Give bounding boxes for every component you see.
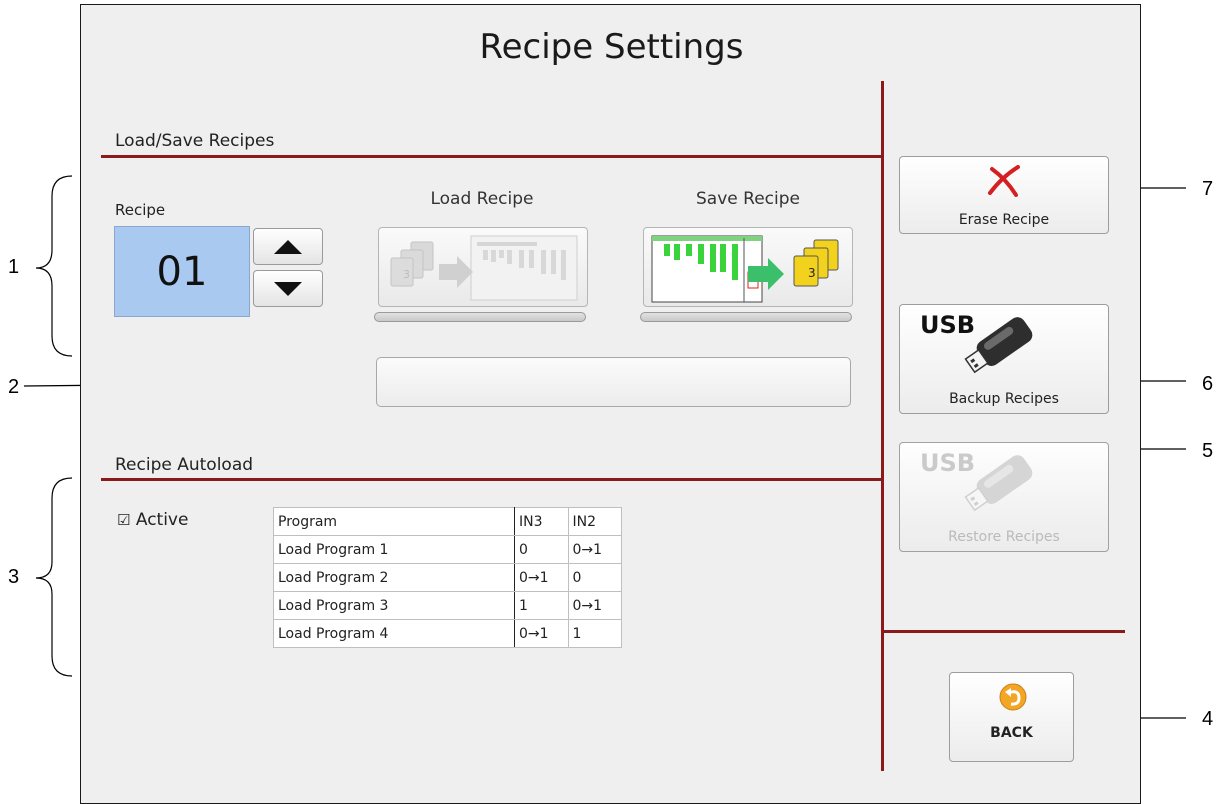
in3-cell: 0→1 [514,563,569,592]
table-row: Load Program 3 1 0→1 [273,591,622,620]
recipe-number-field[interactable]: 01 [114,226,250,317]
autoload-section-title: Recipe Autoload [115,455,254,475]
recipe-up-button[interactable] [253,228,323,265]
usb-drive-icon [964,317,1033,374]
backup-recipes-label: Backup Recipes [949,391,1059,407]
program-cell: Load Program 1 [273,535,515,564]
screen-panel: Recipe Settings Load/Save Recipes Recipe… [80,4,1141,804]
load-progress-bar [374,312,586,322]
erase-recipe-button[interactable]: Erase Recipe [899,156,1109,234]
brace-1 [35,175,73,357]
back-section-divider [882,630,1125,633]
recipe-down-button[interactable] [253,270,323,307]
load-save-section-rule [101,155,881,158]
restore-recipes-button[interactable]: USB Restore Recipes [899,442,1109,552]
save-recipe-label: Save Recipe [696,189,800,209]
in2-cell: 0→1 [567,591,622,620]
in3-cell: 0→1 [514,619,569,648]
brace-3 [35,477,73,677]
erase-recipe-label: Erase Recipe [958,212,1050,228]
save-recipe-button[interactable]: 3 [643,227,853,307]
save-progress-bar [640,312,852,322]
load-recipe-icon: 3 [390,235,578,301]
in3-cell: 0 [514,535,569,564]
backup-recipes-button[interactable]: USB Backup Recipes [899,304,1109,414]
autoload-program-table: Program IN3 IN2 Load Program 1 0 0→1 Loa… [273,507,622,648]
header-in2: IN2 [567,507,622,536]
status-message-bar [376,357,851,407]
checkbox-checked-icon: ☑ [117,511,131,529]
in3-cell: 1 [514,591,569,620]
back-label: BACK [990,725,1033,741]
arrow-up-icon [274,239,302,254]
back-arrow-icon [999,683,1027,711]
program-cell: Load Program 3 [273,591,515,620]
in2-cell: 1 [567,619,622,648]
table-row: Load Program 1 0 0→1 [273,535,622,564]
red-x-icon [988,165,1020,197]
svg-text:3: 3 [403,268,410,281]
header-in3: IN3 [514,507,569,536]
program-cell: Load Program 2 [273,563,515,592]
load-recipe-button[interactable]: 3 [378,227,588,307]
autoload-section-rule [101,478,881,481]
arrow-down-icon [274,281,302,296]
load-recipe-label: Load Recipe [430,189,534,209]
save-recipe-icon: 3 [651,235,839,303]
load-save-section-title: Load/Save Recipes [115,131,275,151]
active-checkbox-label: Active [135,510,189,530]
recipe-label: Recipe [115,201,166,219]
right-column-divider [881,81,884,771]
table-header-row: Program IN3 IN2 [273,507,622,536]
header-program: Program [273,507,515,536]
in2-cell: 0→1 [567,535,622,564]
active-checkbox[interactable]: ☑ Active [117,510,188,530]
back-button[interactable]: BACK [949,672,1074,762]
in2-cell: 0 [567,563,622,592]
table-row: Load Program 4 0→1 1 [273,619,622,648]
svg-text:3: 3 [808,266,816,280]
page-title: Recipe Settings [479,27,744,67]
restore-recipes-label: Restore Recipes [948,529,1060,545]
table-row: Load Program 2 0→1 0 [273,563,622,592]
program-cell: Load Program 4 [273,619,515,648]
usb-drive-icon [964,455,1033,512]
